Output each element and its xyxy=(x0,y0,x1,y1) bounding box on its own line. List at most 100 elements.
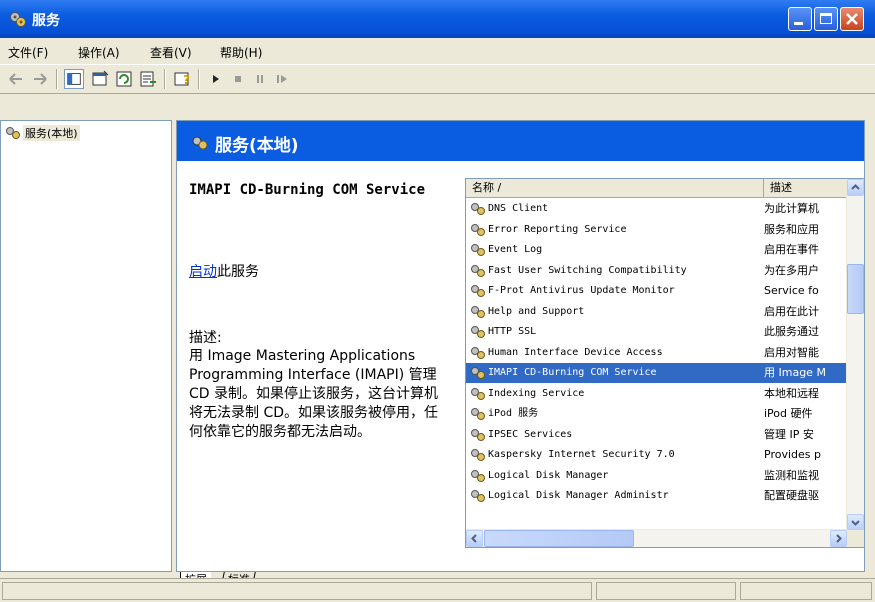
service-gears-icon xyxy=(471,469,485,482)
toolbar-separator xyxy=(164,69,166,89)
minimize-icon xyxy=(794,22,803,25)
column-header-name[interactable]: 名称 / xyxy=(466,179,764,197)
service-gears-icon xyxy=(471,346,485,359)
service-name-cell: Indexing Service xyxy=(488,387,585,399)
service-gears-icon xyxy=(471,305,485,318)
service-name-cell: HTTP SSL xyxy=(488,326,537,337)
status-text xyxy=(2,582,592,600)
menu-help[interactable]: 帮助(H) xyxy=(220,44,262,61)
scroll-corner xyxy=(847,530,864,547)
service-gears-icon xyxy=(471,387,485,400)
service-description-cell: 启用在事件 xyxy=(764,243,819,256)
service-name-cell: F-Prot Antivirus Update Monitor xyxy=(488,285,675,296)
service-gears-icon xyxy=(471,326,485,338)
service-description-cell: iPod 硬件 xyxy=(764,407,813,420)
service-name-cell: Event Log xyxy=(488,244,543,255)
list-item[interactable]: DNS Client 为此计算机 xyxy=(466,199,847,219)
maximize-button[interactable] xyxy=(814,7,838,31)
list-item[interactable]: Indexing Service 本地和远程 xyxy=(466,384,847,404)
pause-icon[interactable] xyxy=(250,69,270,89)
refresh-icon[interactable] xyxy=(114,69,134,89)
service-description-cell: Provides p xyxy=(764,448,821,461)
service-description-cell: 启用在此计 xyxy=(764,304,819,318)
service-name-cell: IMAPI CD-Burning COM Service xyxy=(488,367,657,378)
minimize-button[interactable] xyxy=(788,7,812,31)
list-item[interactable]: Human Interface Device Access 启用对智能 xyxy=(466,343,847,363)
services-window: 服务 文件(F) 操作(A) 查看(V) 帮助(H) ? 服务(本地) 服务(本… xyxy=(0,0,875,602)
stop-icon[interactable] xyxy=(228,69,248,89)
description-label: 描述: xyxy=(189,330,222,346)
service-description-cell: 此服务通过 xyxy=(764,325,819,338)
list-item[interactable]: Logical Disk Manager Administr 配置硬盘驱 xyxy=(466,486,847,506)
service-name-cell: Logical Disk Manager Administr xyxy=(488,490,669,501)
scroll-down-button[interactable] xyxy=(847,514,864,531)
console-tree: 服务(本地) xyxy=(0,120,172,572)
export-list-icon[interactable] xyxy=(138,69,158,89)
scroll-left-button[interactable] xyxy=(466,530,483,547)
start-service-link[interactable]: 启动 xyxy=(189,264,217,280)
scroll-right-button[interactable] xyxy=(830,530,847,547)
close-icon xyxy=(846,13,858,25)
service-name-cell: Kaspersky Internet Security 7.0 xyxy=(488,449,675,460)
list-item[interactable]: Help and Support 启用在此计 xyxy=(466,302,847,322)
menu-action[interactable]: 操作(A) xyxy=(78,44,120,61)
menu-view[interactable]: 查看(V) xyxy=(150,44,192,61)
service-description-cell: 配置硬盘驱 xyxy=(764,489,819,502)
service-gears-icon xyxy=(471,490,485,502)
list-item[interactable]: Error Reporting Service 服务和应用 xyxy=(466,220,847,240)
list-item[interactable]: iPod 服务 iPod 硬件 xyxy=(466,404,847,424)
service-gears-icon xyxy=(471,203,485,215)
scroll-up-button[interactable] xyxy=(847,179,864,196)
service-name-cell: Error Reporting Service xyxy=(488,223,627,235)
banner-title: 服务(本地) xyxy=(215,136,299,156)
restart-icon[interactable] xyxy=(272,69,292,89)
chevron-right-icon xyxy=(836,534,842,543)
chevron-left-icon xyxy=(471,534,477,543)
tree-node-services-local[interactable]: 服务(本地) xyxy=(23,125,80,141)
service-description-cell: 为在多用户 xyxy=(764,263,819,277)
service-description-cell: 监测和监视 xyxy=(764,468,819,482)
service-description-cell: Service fo xyxy=(764,284,819,297)
menu-bar: 文件(F) 操作(A) 查看(V) 帮助(H) xyxy=(0,38,875,65)
forward-arrow-icon[interactable] xyxy=(30,69,50,89)
console-tree-icon[interactable] xyxy=(64,69,84,89)
list-item[interactable]: IMAPI CD-Burning COM Service 用 Image M xyxy=(466,362,848,384)
service-name-cell: Logical Disk Manager xyxy=(488,469,609,481)
title-bar[interactable]: 服务 xyxy=(0,0,875,38)
service-title: IMAPI CD-Burning COM Service xyxy=(189,181,454,199)
service-gears-icon xyxy=(471,449,485,461)
vertical-scroll-thumb[interactable] xyxy=(847,264,864,314)
services-gears-icon xyxy=(192,136,208,150)
list-item[interactable]: IPSEC Services 管理 IP 安 xyxy=(466,425,847,445)
start-service-suffix: 此服务 xyxy=(217,264,259,280)
list-item[interactable]: Kaspersky Internet Security 7.0 Provides … xyxy=(466,445,847,465)
service-gears-icon xyxy=(471,408,485,420)
properties-icon[interactable] xyxy=(90,69,110,89)
horizontal-scroll-thumb[interactable] xyxy=(484,530,634,547)
column-header-description[interactable]: 描述 xyxy=(764,179,847,197)
service-description-cell: 用 Image M xyxy=(764,366,826,379)
service-description-cell: 服务和应用 xyxy=(764,222,819,236)
list-item[interactable]: Logical Disk Manager 监测和监视 xyxy=(466,466,847,486)
help-icon[interactable]: ? xyxy=(172,69,192,89)
service-gears-icon xyxy=(471,223,485,236)
service-name-cell: iPod 服务 xyxy=(488,408,539,419)
service-description: 用 Image Mastering Applications Programmi… xyxy=(189,348,439,440)
back-arrow-icon[interactable] xyxy=(6,69,26,89)
service-gears-icon xyxy=(471,367,485,379)
play-icon[interactable] xyxy=(206,69,226,89)
toolbar-separator xyxy=(56,69,58,89)
menu-file[interactable]: 文件(F) xyxy=(8,44,48,61)
list-item[interactable]: HTTP SSL 此服务通过 xyxy=(466,322,847,342)
list-item[interactable]: F-Prot Antivirus Update Monitor Service f… xyxy=(466,281,847,301)
service-description-cell: 启用对智能 xyxy=(764,345,819,359)
close-button[interactable] xyxy=(840,7,864,31)
service-gears-icon xyxy=(471,285,485,297)
list-item[interactable]: Event Log 启用在事件 xyxy=(466,240,847,260)
chevron-up-icon xyxy=(851,184,860,190)
horizontal-scrollbar[interactable] xyxy=(466,529,847,547)
service-name-cell: Help and Support xyxy=(488,305,585,317)
vertical-scrollbar[interactable] xyxy=(846,179,864,531)
service-name: IMAPI CD-Burning COM Service xyxy=(189,182,426,198)
list-item[interactable]: Fast User Switching Compatibility 为在多用户 xyxy=(466,261,847,281)
